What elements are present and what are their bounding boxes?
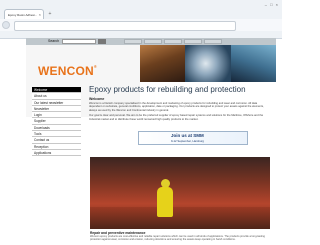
wencon-logo[interactable]: WENCON®	[38, 64, 97, 78]
hero-images	[140, 45, 276, 82]
nav-item[interactable]	[164, 39, 182, 44]
banner-subtitle: 9-12 September, Hamburg	[171, 139, 204, 143]
nav-item[interactable]	[184, 39, 202, 44]
welcome-text: Wencon is a Danish company specialised i…	[89, 102, 264, 112]
search-input[interactable]	[62, 39, 96, 44]
web-page: Search WENCON® Welcome About us Our late…	[26, 38, 276, 245]
nav-item[interactable]	[144, 39, 162, 44]
main-content: Epoxy products for rebuilding and protec…	[89, 85, 269, 121]
banner-title: Join us at SMM	[171, 133, 204, 138]
welcome-heading: Welcome	[89, 97, 105, 101]
repair-photo	[90, 157, 270, 229]
caption-text: Wencon epoxy products are cost-effective…	[90, 235, 265, 242]
new-tab-button[interactable]: +	[46, 10, 54, 18]
search-label: Search	[48, 39, 60, 43]
hero-image	[230, 45, 276, 82]
photo-floor	[90, 207, 270, 229]
browser-tab[interactable]: Epoxy Resin Adhesi... ×	[4, 9, 44, 19]
search-button[interactable]	[98, 39, 106, 44]
sidebar-menu: Welcome About us Our latest newsletter N…	[32, 87, 81, 157]
hero-image	[140, 45, 186, 82]
site-nav-bar: Search	[26, 38, 276, 45]
hero-image	[185, 45, 231, 82]
address-bar[interactable]	[14, 21, 236, 31]
sidebar-item-applications[interactable]: Applications	[32, 149, 81, 157]
tab-title: Epoxy Resin Adhesi...	[8, 13, 38, 17]
browser-chrome: – □ × Epoxy Resin Adhesi... × +	[0, 0, 282, 39]
worker-figure	[157, 187, 173, 217]
welcome-text-2: Our goal is clear and personal. We aim t…	[89, 114, 264, 121]
photo-caption: Repair and preventive maintenance Wencon…	[90, 231, 270, 241]
page-title: Epoxy products for rebuilding and protec…	[89, 85, 246, 94]
close-icon[interactable]: ×	[39, 10, 41, 19]
event-banner[interactable]: Join us at SMM 9-12 September, Hamburg	[138, 131, 248, 145]
window-controls[interactable]: – □ ×	[265, 2, 279, 7]
nav-item[interactable]	[124, 39, 142, 44]
back-button[interactable]	[2, 21, 10, 29]
nav-item[interactable]	[204, 39, 222, 44]
